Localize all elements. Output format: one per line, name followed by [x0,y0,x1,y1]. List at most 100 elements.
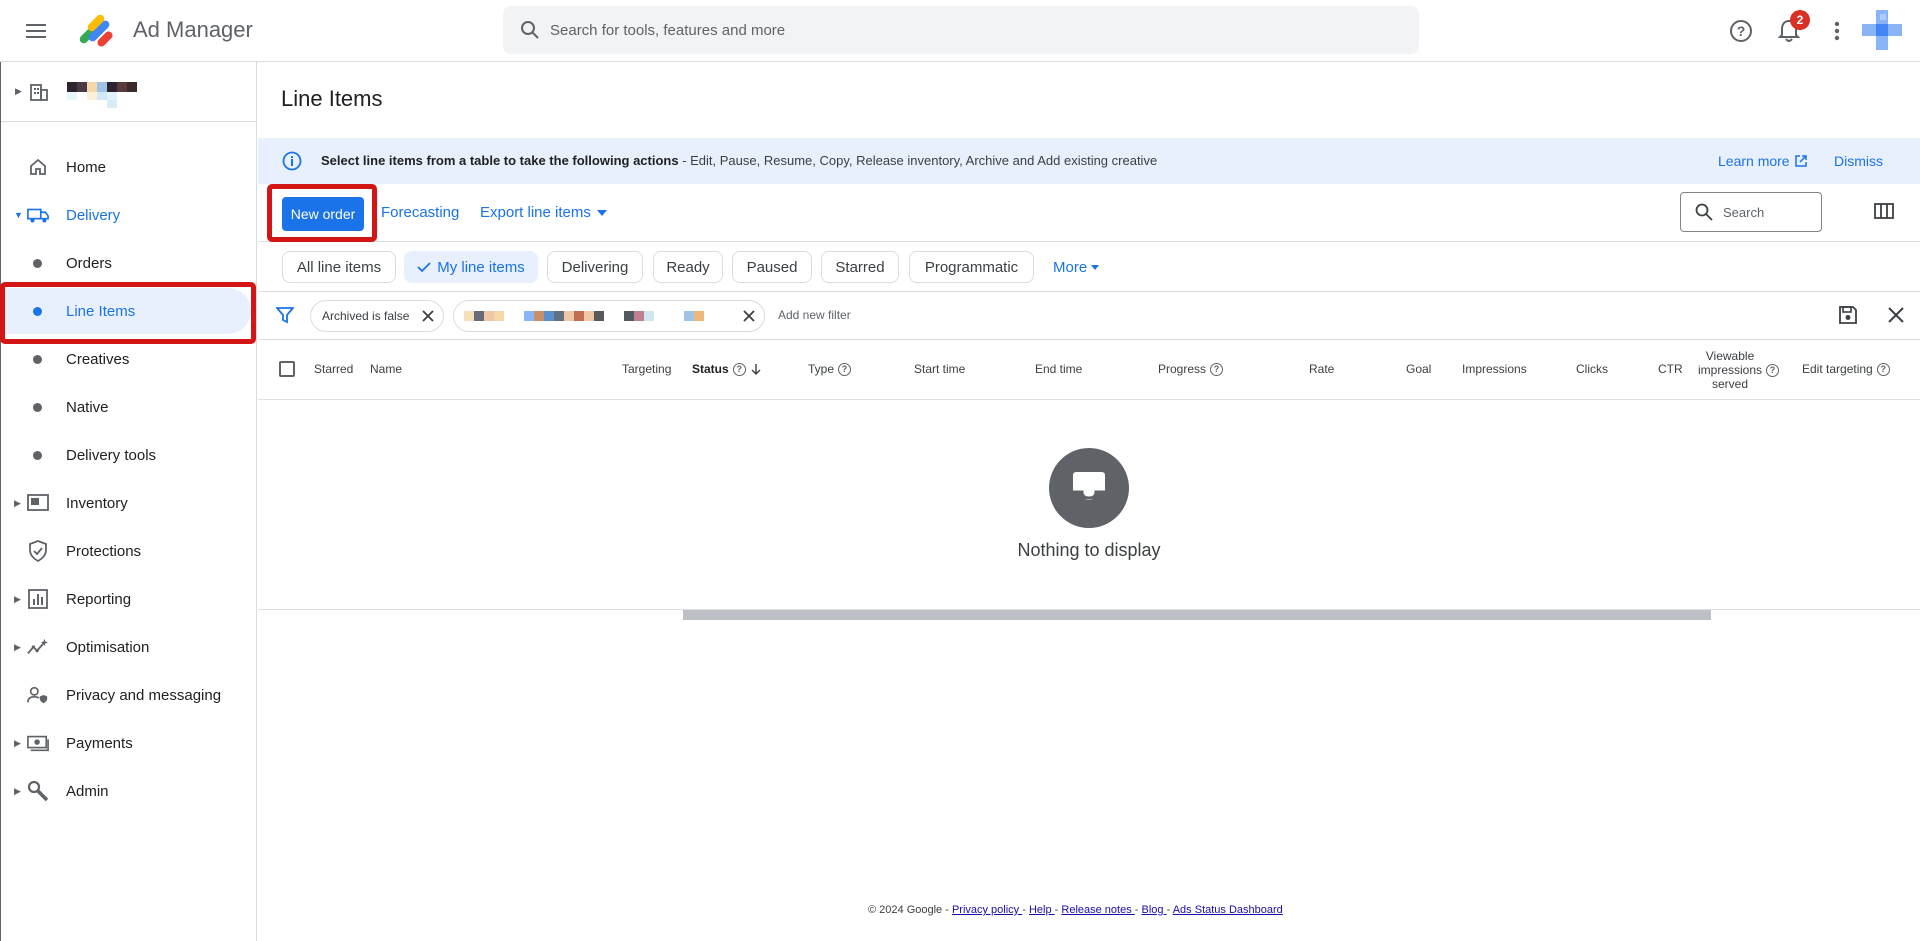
more-vert-icon[interactable] [1822,16,1852,46]
sidebar-item-payments[interactable]: ▶ Payments [1,720,257,766]
column-header-targeting[interactable]: Targeting [622,362,671,376]
sidebar-item-label: Line Items [66,302,136,320]
chip-all-line-items[interactable]: All line items [282,251,396,283]
dismiss-button[interactable]: Dismiss [1834,153,1883,169]
column-header-progress[interactable]: Progress ? [1158,362,1224,376]
global-search-bar[interactable] [503,6,1419,54]
learn-more-link[interactable]: Learn more [1718,153,1807,169]
select-all-checkbox[interactable] [279,361,295,377]
privacy-icon [27,684,49,706]
sidebar-item-inventory[interactable]: ▶ Inventory [1,480,257,526]
bullet-icon [33,354,42,364]
new-order-button[interactable]: New order [282,197,364,231]
app-title[interactable]: Ad Manager [133,17,253,43]
filter-chips-row: All line items My line items Delivering … [258,242,1920,292]
column-header-starred[interactable]: Starred [314,362,353,376]
help-icon[interactable]: ? [838,362,852,376]
footer: © 2024 Google - Privacy policy - Help - … [868,904,1283,916]
sidebar-item-native[interactable]: Native [1,384,257,430]
sidebar-item-delivery-tools[interactable]: Delivery tools [1,432,257,478]
sidebar-item-privacy-and-messaging[interactable]: Privacy and messaging [1,672,257,718]
privacy-policy-link[interactable]: Privacy policy [952,904,1022,916]
expand-caret-icon[interactable]: ▶ [15,86,22,97]
help-icon[interactable]: ? [1726,16,1756,46]
sidebar-item-label: Privacy and messaging [66,686,222,704]
sidebar-item-creatives[interactable]: Creatives [1,336,257,382]
column-header-impressions[interactable]: Impressions [1462,362,1527,376]
ads-status-dashboard-link[interactable]: Ads Status Dashboard [1173,904,1283,916]
column-header-end-time[interactable]: End time [1035,362,1082,376]
table-search-input[interactable] [1723,204,1813,220]
chip-ready[interactable]: Ready [653,251,723,283]
help-icon[interactable]: ? [1876,362,1890,376]
close-icon[interactable] [1886,305,1906,325]
ad-manager-logo-icon[interactable] [76,9,118,51]
account-avatar[interactable] [1862,10,1902,50]
sidebar-item-protections[interactable]: Protections [1,528,257,574]
column-header-rate[interactable]: Rate [1309,362,1334,376]
expand-caret-icon[interactable]: ▶ [14,738,21,749]
chip-delivering[interactable]: Delivering [547,251,643,283]
column-header-ctr[interactable]: CTR [1658,362,1683,376]
export-label: Export line items [480,204,591,221]
sidebar-item-reporting[interactable]: ▶ Reporting [1,576,257,622]
column-header-goal[interactable]: Goal [1406,362,1431,376]
help-icon[interactable]: ? [732,362,746,376]
wrench-icon [27,780,49,802]
sort-descending-icon[interactable] [750,363,762,375]
column-header-viewable-impressions-served[interactable]: Viewable impressions served ? [1698,349,1780,391]
sidebar-item-line-items[interactable]: Line Items [1,288,251,334]
help-icon[interactable]: ? [1210,362,1224,376]
blog-link[interactable]: Blog [1142,904,1167,916]
sidebar-item-home[interactable]: Home [1,144,257,190]
column-settings-icon[interactable] [1874,202,1894,220]
sidebar-item-label: Delivery tools [66,446,157,464]
bullet-icon [33,306,42,316]
global-search-input[interactable] [550,21,1350,39]
forecasting-button[interactable]: Forecasting [381,204,459,221]
expand-caret-icon[interactable]: ▶ [14,498,21,509]
remove-filter-icon[interactable] [420,308,436,324]
column-header-start-time[interactable]: Start time [914,362,965,376]
collapse-caret-icon[interactable]: ▼ [14,210,23,220]
column-header-edit-targeting[interactable]: Edit targeting ? [1802,362,1890,376]
filter-icon[interactable] [276,306,294,324]
release-notes-link[interactable]: Release notes [1061,904,1134,916]
sidebar-item-orders[interactable]: Orders [1,240,257,286]
more-chips-button[interactable]: More [1053,259,1100,276]
bullet-icon [33,402,42,412]
remove-filter-icon[interactable] [741,308,757,324]
filter-chip-redacted[interactable] [453,300,765,332]
expand-caret-icon[interactable]: ▶ [14,786,21,797]
sidebar-item-label: Admin [66,782,109,800]
chip-paused[interactable]: Paused [732,251,812,283]
column-header-type[interactable]: Type ? [808,362,852,376]
menu-icon[interactable] [22,17,50,45]
help-icon[interactable]: ? [1766,363,1780,377]
chip-my-line-items[interactable]: My line items [404,251,538,283]
sidebar-item-label: Reporting [66,590,132,608]
save-filter-icon[interactable] [1838,305,1858,325]
expand-caret-icon[interactable]: ▶ [14,594,21,605]
expand-caret-icon[interactable]: ▶ [14,642,21,653]
redacted-filter-value [464,309,724,323]
column-header-label-line: served [1712,377,1749,391]
chip-programmatic[interactable]: Programmatic [909,251,1034,283]
sidebar-item-optimisation[interactable]: ▶ Optimisation [1,624,257,670]
column-header-label-line: impressions [1698,363,1763,377]
add-new-filter-input[interactable]: Add new filter [778,308,851,322]
export-line-items-button[interactable]: Export line items [480,204,607,221]
sidebar-item-delivery[interactable]: ▼ Delivery [1,192,257,238]
home-icon [27,156,49,178]
help-link[interactable]: Help [1029,904,1055,916]
horizontal-scrollbar[interactable] [683,610,1711,620]
table-search-box[interactable] [1680,192,1822,232]
sidebar-item-label: Orders [66,254,112,272]
column-header-name[interactable]: Name [370,362,402,376]
sidebar-item-admin[interactable]: ▶ Admin [1,768,257,814]
column-header-status[interactable]: Status ? [692,362,762,376]
column-header-clicks[interactable]: Clicks [1576,362,1608,376]
filter-chip-archived[interactable]: Archived is false [310,300,444,332]
chip-starred[interactable]: Starred [821,251,899,283]
network-selector[interactable]: ▶ [1,62,257,122]
